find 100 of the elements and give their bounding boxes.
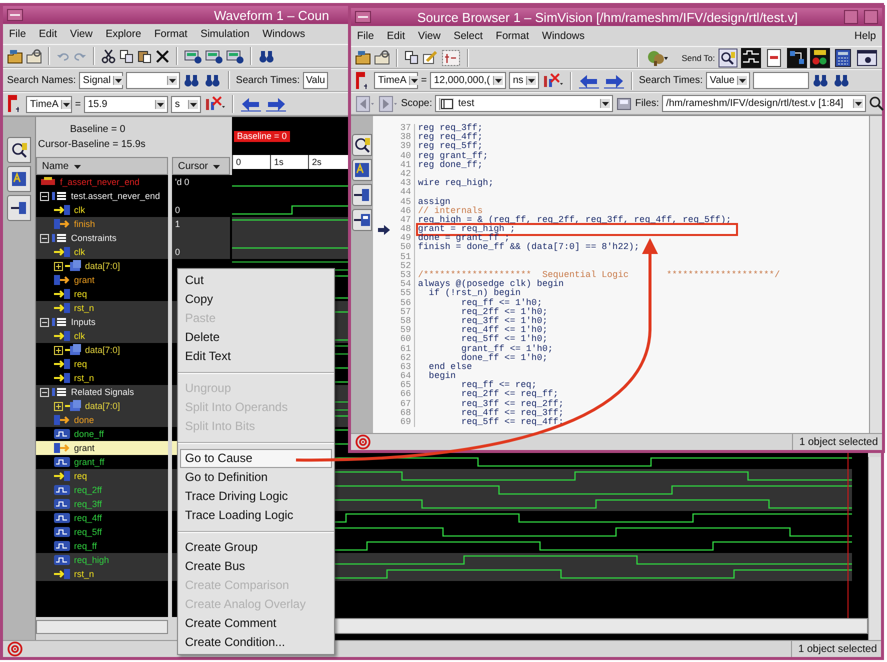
menu-item[interactable]: Delete — [178, 328, 334, 347]
menu-item[interactable]: Format — [154, 28, 188, 40]
folder-icon[interactable] — [355, 50, 371, 65]
collapse-icon[interactable] — [40, 318, 49, 326]
binoculars-icon[interactable] — [204, 72, 222, 88]
right-arrow-icon[interactable] — [264, 96, 287, 112]
copy-icon[interactable] — [404, 50, 419, 65]
signal-row[interactable]: clk — [36, 329, 168, 343]
chip-icon[interactable] — [205, 48, 223, 64]
signal-row[interactable]: finish — [36, 217, 168, 231]
files-dropdown[interactable]: /hm/rameshm/IFV/design/rtl/test.v [1:84] — [662, 95, 866, 112]
collapse-icon[interactable] — [40, 388, 49, 396]
horizontal-scrollbar[interactable] — [334, 618, 868, 634]
expand-icon[interactable] — [54, 346, 63, 354]
collapse-icon[interactable] — [40, 234, 49, 242]
search-field[interactable] — [752, 72, 809, 89]
menu-item[interactable]: View — [418, 30, 441, 42]
menu-item[interactable]: Edit — [386, 30, 406, 42]
menu-item[interactable]: Go to Cause — [180, 449, 332, 468]
clear-markers-icon[interactable] — [204, 96, 226, 112]
expand-icon[interactable] — [54, 262, 63, 270]
menu-item[interactable]: Help — [854, 30, 876, 42]
binoculars-icon[interactable] — [812, 73, 830, 88]
document-icon[interactable] — [764, 48, 784, 68]
window-menu-icon[interactable] — [7, 9, 23, 21]
cursor-dropdown[interactable]: TimeA — [374, 72, 418, 89]
menu-item[interactable]: Edit — [38, 28, 58, 40]
value-dropdown[interactable]: Valu — [302, 72, 328, 88]
edit-icon[interactable] — [422, 50, 438, 65]
binoculars-icon[interactable] — [182, 72, 201, 88]
target-icon[interactable] — [355, 434, 371, 450]
menu-item[interactable]: Windows — [542, 30, 585, 42]
left-arrow-icon[interactable] — [578, 72, 600, 88]
maximize-button[interactable] — [864, 10, 878, 24]
menu-item[interactable]: File — [357, 30, 374, 42]
signal-row[interactable]: req_3ff — [36, 497, 168, 511]
value-dropdown[interactable]: Value — [706, 72, 750, 89]
menu-item[interactable]: Copy — [178, 290, 334, 309]
minimize-button[interactable] — [844, 10, 858, 24]
menu-item[interactable]: View — [70, 28, 93, 40]
menu-item[interactable]: Select — [454, 30, 483, 42]
side-tab[interactable] — [352, 209, 372, 231]
folder-icon[interactable] — [7, 48, 23, 64]
signal-row[interactable]: Related Signals — [36, 385, 168, 399]
scope-dropdown[interactable]: test — [435, 95, 614, 112]
folder-icon[interactable] — [374, 50, 390, 65]
binoculars-icon[interactable] — [832, 73, 851, 88]
window-menu-icon[interactable] — [355, 11, 371, 23]
horizontal-scrollbar[interactable] — [36, 620, 168, 634]
chip-icon[interactable] — [184, 48, 202, 64]
side-tab[interactable] — [352, 184, 372, 206]
expand-icon[interactable] — [54, 402, 63, 410]
right-arrow-icon[interactable] — [602, 72, 625, 88]
menu-item[interactable]: File — [9, 28, 26, 40]
clear-markers-icon[interactable] — [542, 72, 564, 88]
binoculars-icon[interactable] — [258, 48, 276, 64]
signal-row[interactable]: rst_n — [36, 301, 168, 315]
folder-icon[interactable] — [26, 48, 42, 64]
signal-row[interactable]: done — [36, 413, 168, 427]
signal-row[interactable]: req — [36, 469, 168, 483]
menu-item[interactable]: Create Group — [178, 538, 334, 557]
signal-row[interactable]: Inputs — [36, 315, 168, 329]
delete-icon[interactable] — [155, 48, 170, 64]
menu-item[interactable]: Create Condition... — [178, 633, 334, 652]
side-tab[interactable] — [352, 134, 372, 156]
menu-item[interactable]: Format — [496, 30, 530, 42]
menu-item[interactable]: Windows — [262, 28, 306, 40]
paste-icon[interactable] — [137, 48, 152, 64]
signal-row[interactable]: data[7:0] — [36, 399, 168, 413]
menu-item[interactable]: Trace Driving Logic — [178, 487, 334, 506]
signal-row[interactable]: Constraints — [36, 231, 168, 245]
magnifier-icon[interactable] — [718, 48, 738, 68]
column-header[interactable]: Cursor — [172, 157, 230, 175]
menu-item[interactable]: Trace Loading Logic — [178, 506, 334, 525]
waveform-icon[interactable] — [741, 48, 761, 68]
column-header[interactable]: Name — [36, 157, 168, 175]
register-icon[interactable] — [810, 48, 830, 68]
menu-item[interactable]: Explore — [106, 28, 142, 40]
signal-row[interactable]: rst_n — [36, 567, 168, 581]
unit-dropdown[interactable]: ns — [508, 72, 539, 89]
menu-item[interactable]: Simulation — [200, 28, 250, 40]
signal-dropdown[interactable]: Signal — [78, 72, 123, 88]
signal-row[interactable]: grant — [36, 441, 168, 455]
search-field[interactable] — [126, 72, 180, 88]
left-arrow-icon[interactable] — [240, 96, 262, 112]
schematic-icon[interactable] — [787, 48, 807, 68]
time-field[interactable]: 15.9 — [84, 96, 168, 112]
signal-row[interactable]: req_2ff — [36, 483, 168, 497]
copy-icon[interactable] — [119, 48, 134, 64]
signal-row[interactable]: req_high — [36, 553, 168, 567]
signal-row[interactable]: clk — [36, 245, 168, 259]
collapse-icon[interactable] — [40, 192, 49, 200]
menu-item[interactable]: Go to Definition — [178, 468, 334, 487]
formula-icon[interactable] — [441, 48, 461, 66]
search-icon[interactable] — [869, 96, 886, 112]
time-field[interactable]: 12,000,000,( — [430, 72, 506, 89]
vertical-scrollbar[interactable] — [868, 457, 881, 640]
side-tab[interactable] — [7, 195, 31, 221]
window-icon[interactable] — [856, 48, 878, 68]
chip-icon[interactable] — [226, 48, 244, 64]
